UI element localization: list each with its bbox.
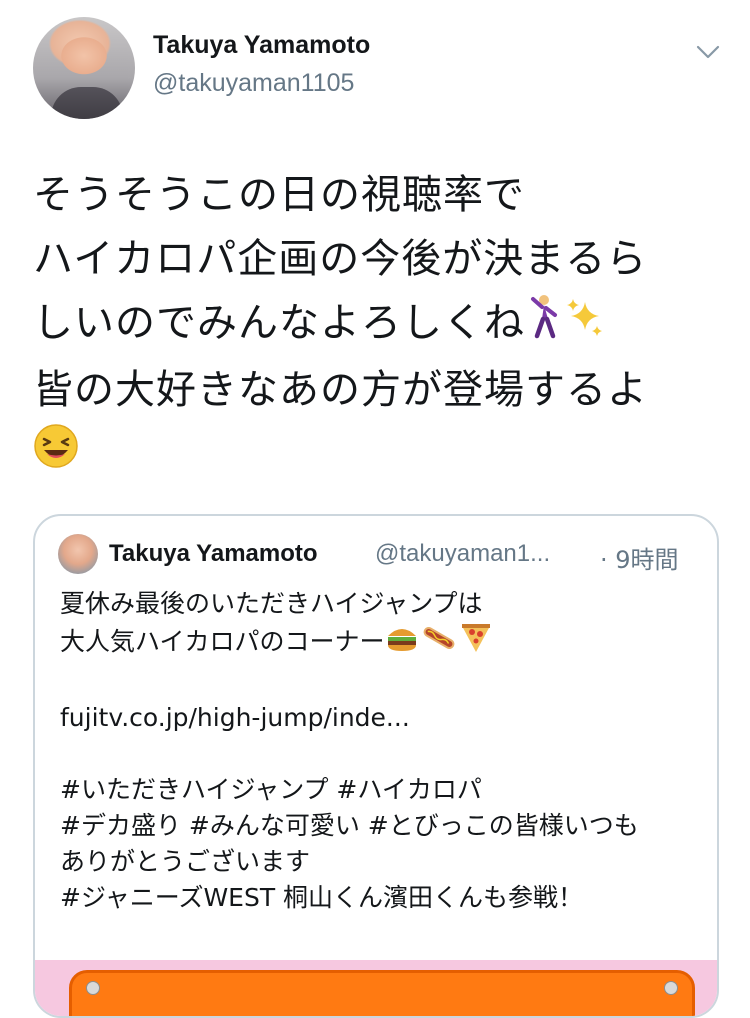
quoted-tweet-card[interactable]: Takuya Yamamoto @takuyaman1... · 9時間 夏休み… bbox=[33, 514, 719, 1018]
tweet-line: 皆の大好きなあの方が登場するよ bbox=[33, 366, 648, 413]
media-sign-board bbox=[69, 970, 695, 1016]
quoted-media-image[interactable] bbox=[35, 960, 717, 1016]
quoted-line bbox=[60, 664, 700, 700]
sparkles-icon bbox=[563, 293, 605, 357]
hot-dog-icon bbox=[419, 622, 459, 664]
tweet-text: そうそうこの日の視聴率で ハイカロパ企画の今後が決まるら しいのでみんなよろしく… bbox=[33, 163, 723, 488]
quoted-tweet-text: 夏休み最後のいただきハイジャンプは 大人気ハイカロパのコーナー fujitv.c… bbox=[60, 586, 700, 916]
quoted-author-name[interactable]: Takuya Yamamoto bbox=[109, 540, 318, 568]
tweet-line: そうそうこの日の視聴率で bbox=[33, 172, 525, 218]
author-name[interactable]: Takuya Yamamoto bbox=[153, 31, 370, 60]
quoted-line: 大人気ハイカロパのコーナー bbox=[60, 622, 700, 664]
laughing-face-icon bbox=[33, 423, 79, 488]
tweet-line: しいのでみんなよろしくね bbox=[33, 291, 723, 358]
quoted-hashtags[interactable]: #デカ盛り #みんな可愛い #とびっこの皆様いつも bbox=[60, 808, 700, 844]
author-handle[interactable]: @takuyaman1105 bbox=[153, 69, 354, 98]
tweet-line: ハイカロパ企画の今後が決まるら bbox=[33, 236, 648, 282]
chevron-down-icon[interactable] bbox=[696, 40, 720, 64]
quoted-author-handle[interactable]: @takuyaman1... bbox=[375, 540, 550, 568]
quoted-line: 夏休み最後のいただきハイジャンプは bbox=[60, 589, 483, 618]
quoted-author-avatar[interactable] bbox=[58, 534, 98, 574]
screw-icon bbox=[86, 981, 100, 995]
hamburger-icon bbox=[385, 622, 419, 664]
quoted-line bbox=[60, 736, 700, 772]
dancing-man-icon bbox=[525, 293, 563, 358]
pizza-icon bbox=[459, 622, 493, 664]
screw-icon bbox=[664, 981, 678, 995]
quoted-link[interactable]: fujitv.co.jp/high-jump/inde... bbox=[60, 700, 700, 736]
avatar-shirt bbox=[51, 87, 123, 119]
quoted-line: ありがとうございます bbox=[60, 847, 311, 876]
quoted-timestamp[interactable]: · 9時間 bbox=[600, 540, 679, 575]
tweet-line bbox=[33, 422, 723, 489]
quoted-hashtags[interactable]: #いただきハイジャンプ #ハイカロパ bbox=[60, 772, 700, 808]
quoted-hashtags[interactable]: #ジャニーズWEST 桐山くん濱田くんも参戦！ bbox=[60, 880, 700, 916]
author-avatar[interactable] bbox=[33, 17, 135, 119]
